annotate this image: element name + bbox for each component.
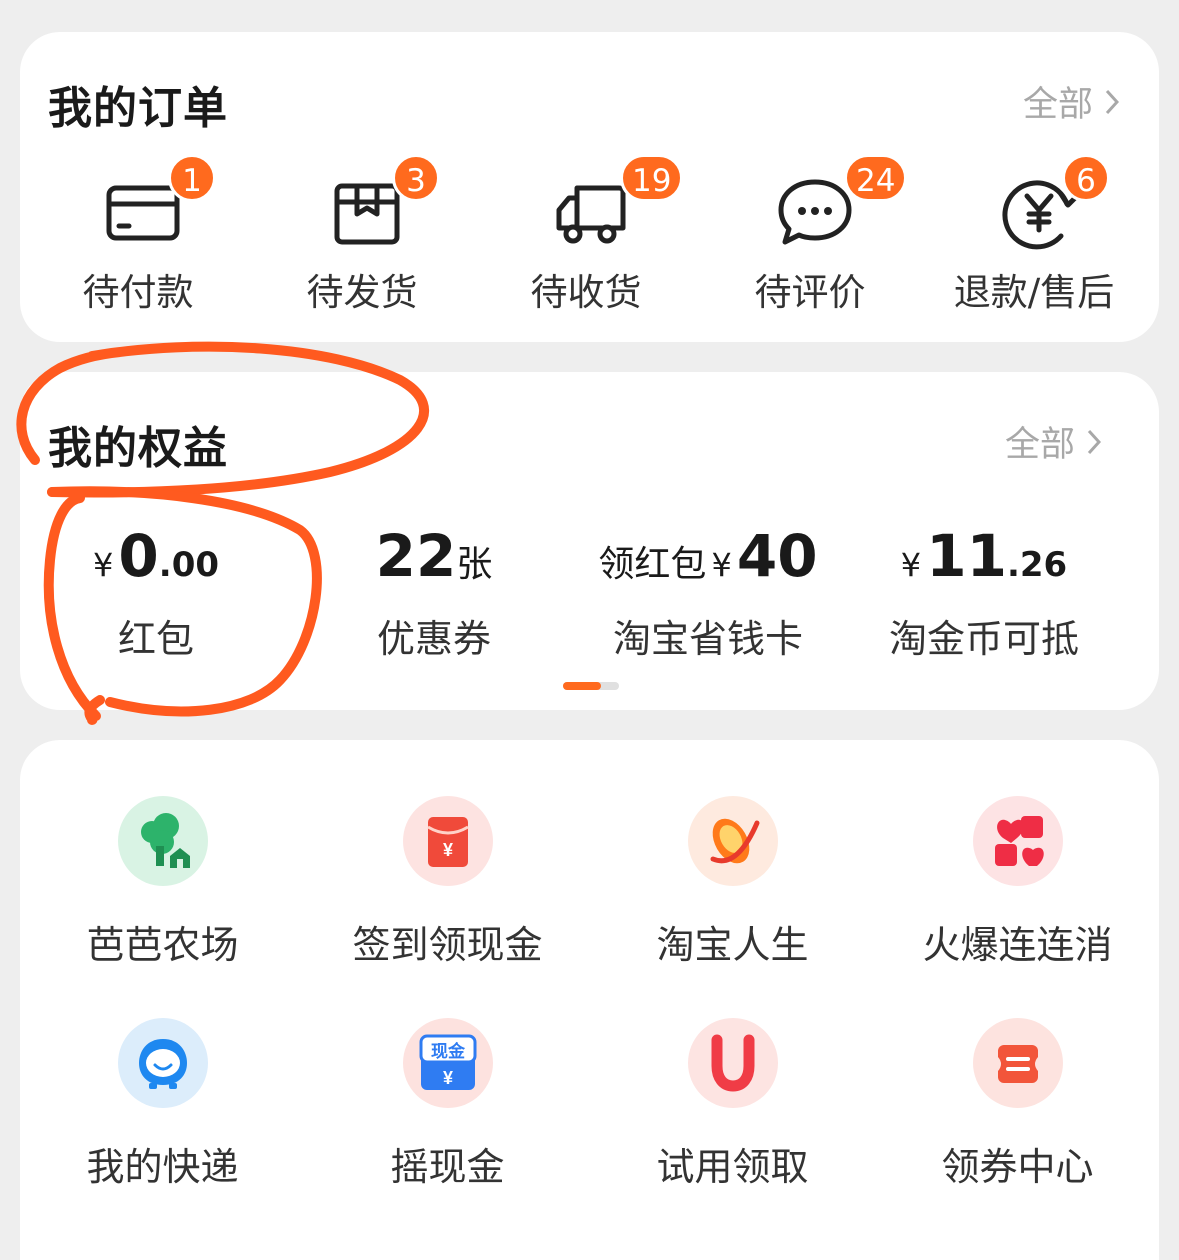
- currency-symbol: ¥: [92, 546, 114, 584]
- hearts-game-icon: [973, 796, 1063, 886]
- tool-label: 试用领取: [656, 1145, 809, 1189]
- cash-shake-icon: 现金 ¥: [403, 1018, 493, 1108]
- order-label: 待评价: [754, 271, 866, 314]
- carousel-indicator-thumb: [563, 682, 602, 690]
- orders-title: 我的订单: [48, 83, 228, 134]
- orders-view-all-link[interactable]: 全部: [1023, 76, 1119, 127]
- value-integer: 0: [118, 522, 159, 590]
- benefit-coupons[interactable]: 22张 优惠券: [338, 522, 530, 662]
- red-envelope-icon: ¥: [403, 796, 493, 886]
- order-pending-receipt[interactable]: 19 待收货: [474, 154, 698, 314]
- value-prefix-text: 领红包: [598, 544, 707, 585]
- benefit-red-packet[interactable]: ¥ 0.00 红包: [60, 522, 252, 662]
- order-pending-shipment[interactable]: 3 待发货: [250, 154, 474, 314]
- value-unit: 张: [456, 544, 493, 585]
- benefit-label: 淘宝省钱卡: [612, 617, 803, 661]
- coupon-center-icon: [973, 1018, 1063, 1108]
- cash-icon-yen: ¥: [443, 1068, 453, 1088]
- order-badge: 19: [620, 154, 684, 202]
- benefit-label: 淘金币可抵: [888, 617, 1079, 661]
- order-label: 待付款: [82, 271, 194, 314]
- tool-label: 摇现金: [390, 1145, 505, 1189]
- tool-label: 我的快递: [86, 1145, 239, 1189]
- order-label: 待收货: [530, 271, 642, 314]
- benefit-label: 优惠券: [376, 617, 491, 661]
- chat-bubble-icon: [778, 179, 852, 245]
- benefit-savings-card[interactable]: 领红包 ¥ 40 淘宝省钱卡: [580, 522, 836, 662]
- tool-my-express[interactable]: 我的快递: [20, 1018, 305, 1218]
- orders-view-all-label: 全部: [1022, 85, 1093, 125]
- magnet-u-icon: [688, 1018, 778, 1108]
- value-integer: 11: [926, 522, 1007, 590]
- tool-coupon-center[interactable]: 领券中心: [875, 1018, 1160, 1218]
- value-decimal: .26: [1006, 545, 1068, 585]
- benefits-title: 我的权益: [48, 423, 228, 474]
- tool-hot-match[interactable]: 火爆连连消: [875, 796, 1160, 996]
- order-refund-aftersales[interactable]: 6 退款/售后: [922, 154, 1146, 314]
- orders-card: 我的订单 全部 1 待付款 3 待发货 19 待收货 24 待评价 6 退款/售…: [20, 32, 1159, 342]
- order-label: 待发货: [306, 271, 418, 314]
- tree-farm-icon: [118, 796, 208, 886]
- delivery-truck-icon: [556, 185, 626, 244]
- order-badge: 3: [392, 154, 440, 202]
- benefit-value: 22张: [338, 522, 530, 594]
- value-integer: 40: [736, 522, 818, 590]
- currency-symbol: ¥: [900, 546, 922, 584]
- order-badge: 1: [168, 154, 216, 202]
- value-integer: 22: [375, 522, 457, 590]
- benefits-view-all-link[interactable]: 全部: [1005, 416, 1101, 467]
- cash-icon-text: 现金: [431, 1041, 466, 1062]
- tool-shake-cash[interactable]: 现金 ¥ 摇现金: [305, 1018, 590, 1218]
- order-label: 退款/售后: [953, 271, 1115, 314]
- order-pending-review[interactable]: 24 待评价: [698, 154, 922, 314]
- order-badge: 6: [1062, 154, 1110, 202]
- tool-label: 火爆连连消: [922, 923, 1113, 967]
- benefit-value: ¥ 11.26: [878, 522, 1090, 594]
- tool-taobao-life[interactable]: 淘宝人生: [590, 796, 875, 996]
- tool-baba-farm[interactable]: 芭芭农场: [20, 796, 305, 996]
- benefit-taojinbi[interactable]: ¥ 11.26 淘金币可抵: [878, 522, 1090, 662]
- chevron-right-icon: [1087, 429, 1101, 455]
- benefits-card: 我的权益 全部 ¥ 0.00 红包 22张 优惠券 领红包 ¥ 40 淘宝省钱卡…: [20, 372, 1159, 710]
- tool-label: 淘宝人生: [656, 923, 809, 967]
- chevron-right-icon: [1105, 89, 1119, 115]
- benefit-value: ¥ 0.00: [60, 522, 252, 594]
- envelope-yen-text: ¥: [443, 840, 453, 860]
- tool-label: 签到领现金: [352, 923, 543, 967]
- value-decimal: .00: [158, 545, 220, 585]
- carousel-indicator: [563, 682, 619, 690]
- currency-symbol: ¥: [711, 546, 732, 584]
- benefit-label: 红包: [117, 617, 194, 661]
- tool-label: 领券中心: [941, 1145, 1094, 1189]
- order-pending-payment[interactable]: 1 待付款: [26, 154, 250, 314]
- tool-trial-claim[interactable]: 试用领取: [590, 1018, 875, 1218]
- benefit-value: 领红包 ¥ 40: [580, 522, 836, 594]
- tool-label: 芭芭农场: [86, 923, 239, 967]
- tool-checkin-cash[interactable]: ¥ 签到领现金: [305, 796, 590, 996]
- tools-card: 芭芭农场 ¥ 签到领现金 淘宝人生 火爆连连消 我的快递 现金 ¥ 摇现金 试用…: [20, 740, 1159, 1260]
- taobao-life-icon: [688, 796, 778, 886]
- courier-mascot-icon: [118, 1018, 208, 1108]
- order-badge: 24: [844, 154, 908, 202]
- benefits-view-all-label: 全部: [1004, 425, 1075, 465]
